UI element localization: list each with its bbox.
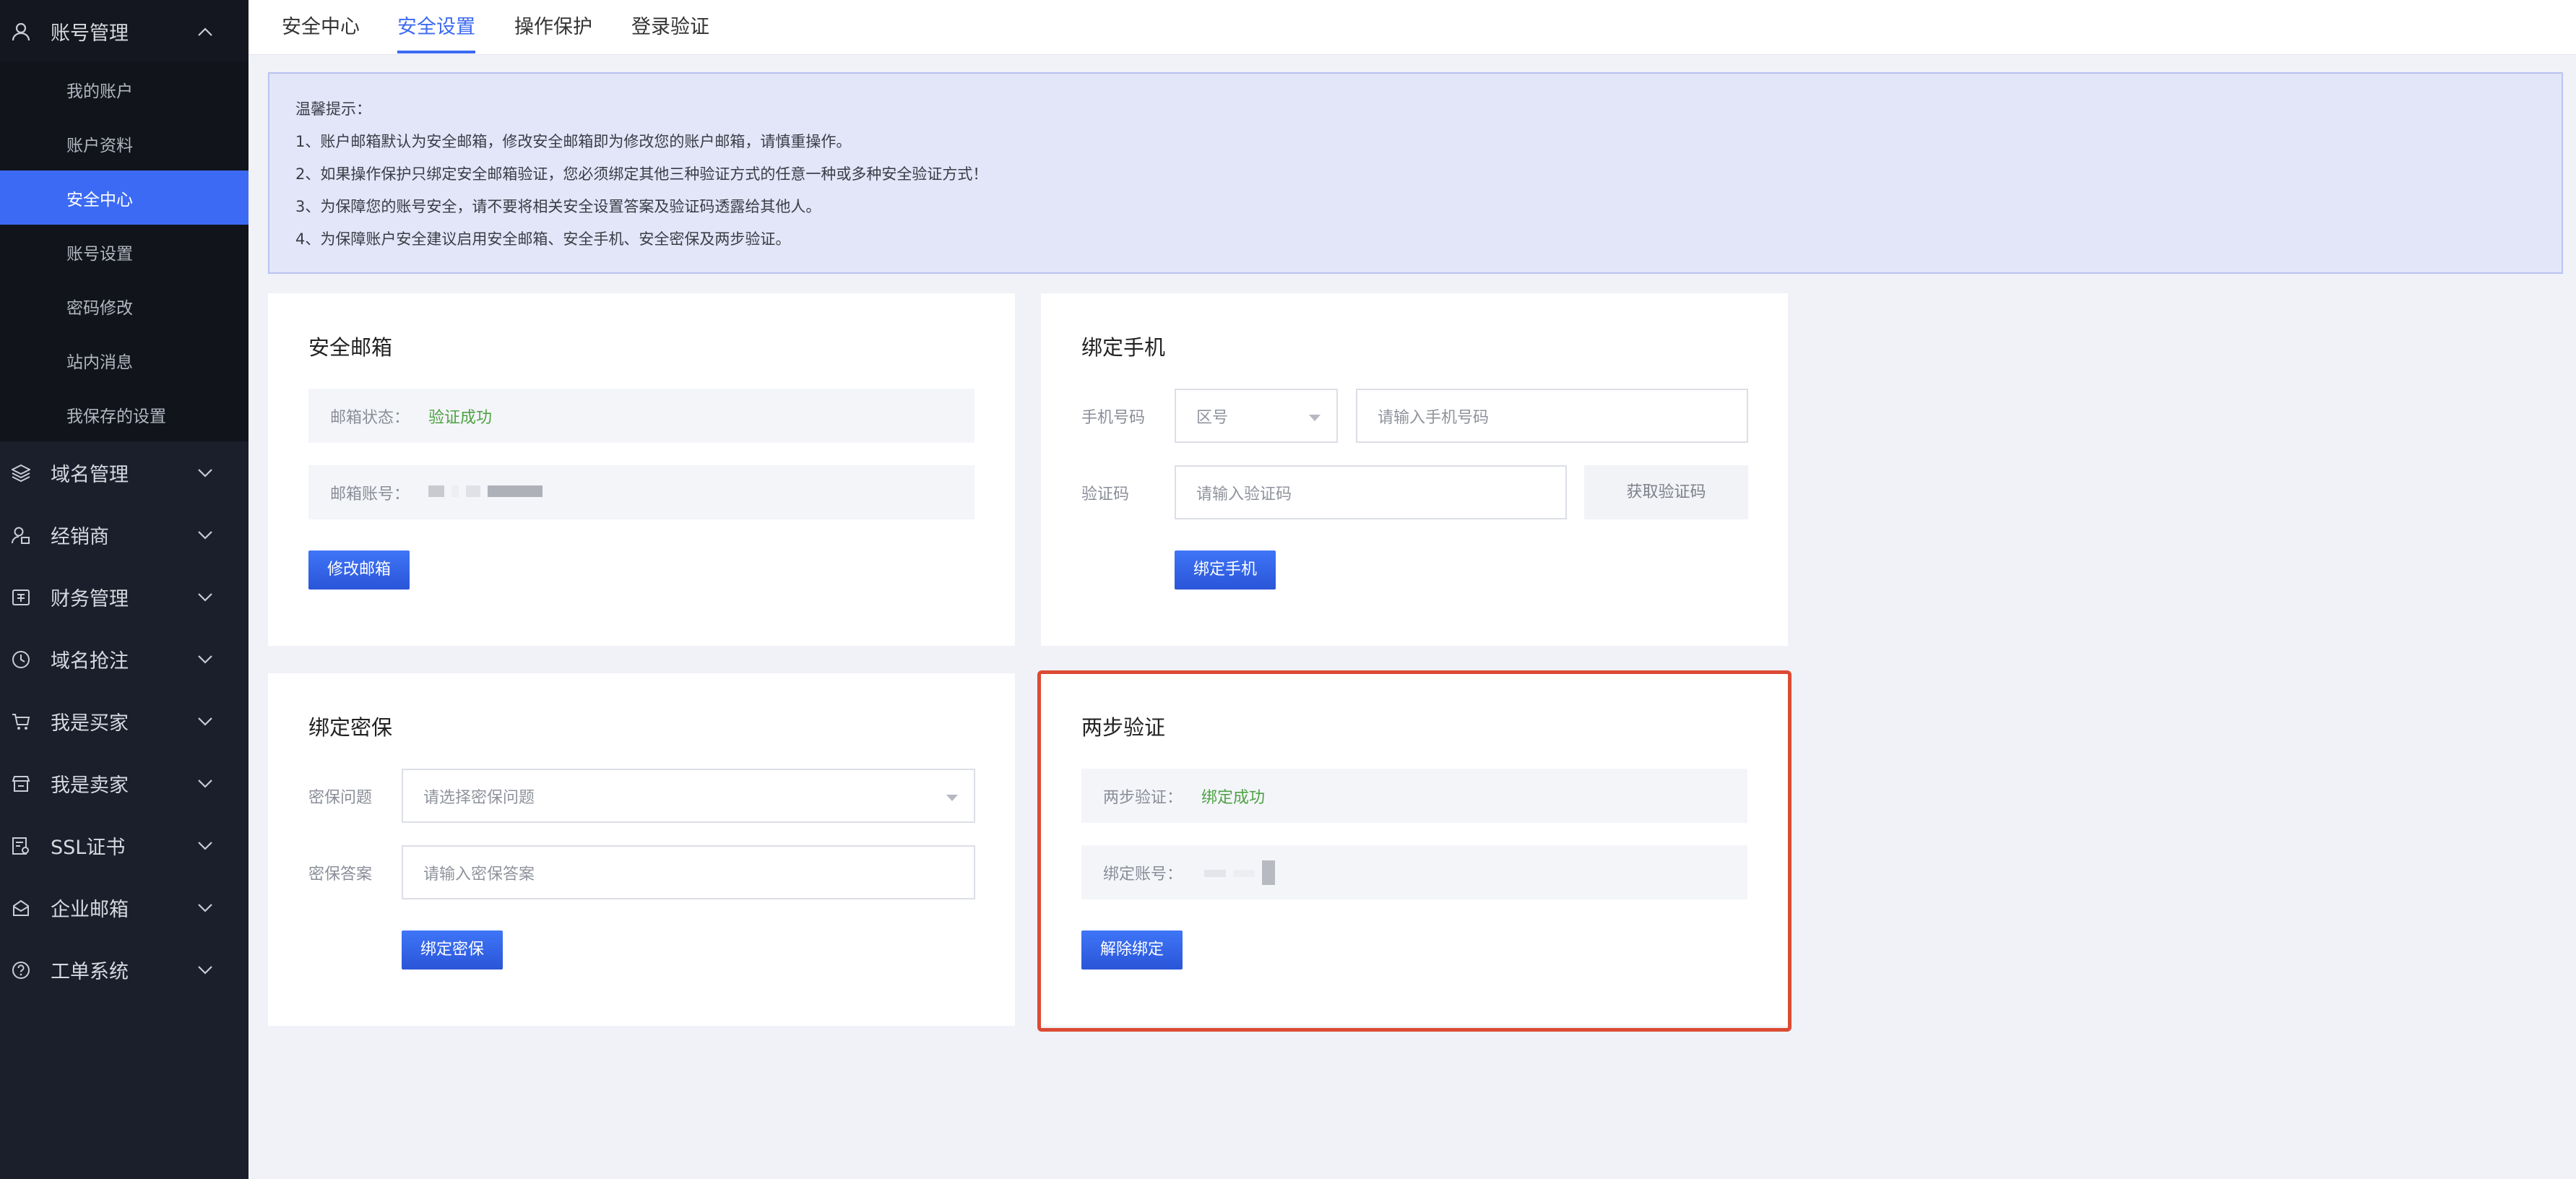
sidebar-group-label: 账号管理: [51, 22, 129, 45]
modify-email-button[interactable]: 修改邮箱: [308, 550, 410, 590]
verification-code-input[interactable]: 请输入验证码: [1175, 465, 1567, 519]
email-status-label: 邮箱状态：: [330, 408, 410, 427]
sidebar-item-saved-settings[interactable]: 我保存的设置: [0, 387, 248, 441]
phone-input[interactable]: 请输入手机号码: [1356, 389, 1748, 443]
sidebar-group-enterprise-mail[interactable]: 企业邮箱: [0, 876, 248, 938]
tab-security-settings[interactable]: 安全设置: [397, 0, 475, 55]
cart-icon: [12, 714, 30, 730]
sidebar-group-label: 域名抢注: [51, 649, 129, 673]
notice-title: 温馨提示：: [295, 100, 371, 118]
active-tab-indicator: [397, 51, 475, 53]
sidebar-group-label: 财务管理: [51, 587, 129, 610]
clock-icon: [12, 651, 30, 668]
email-status-row: 邮箱状态： 验证成功: [308, 389, 974, 443]
sidebar-group-reseller[interactable]: 经销商: [0, 504, 248, 566]
sidebar-submenu: 我的账户 账户资料 安全中心 账号设置 密码修改 站内消息 我保存的设置: [0, 62, 248, 441]
sidebar-item-account-settings[interactable]: 账号设置: [0, 225, 248, 279]
security-question-card: 绑定密保 密保问题 请选择密保问题 密保答案 请输入密保答案 绑定密保: [268, 673, 1015, 1026]
notice-line: 3、为保障您的账号安全，请不要将相关安全设置答案及验证码透露给其他人。: [295, 198, 821, 215]
tab-label: 安全设置: [397, 16, 475, 38]
notice-line: 4、为保障账户安全建议启用安全邮箱、安全手机、安全密保及两步验证。: [295, 230, 791, 248]
chevron-down-icon: [198, 842, 212, 850]
sidebar-group-backorder[interactable]: 域名抢注: [0, 628, 248, 690]
chevron-down-icon: [198, 655, 212, 664]
card-title: 绑定密保: [308, 715, 393, 740]
highlight-frame: [1037, 670, 1791, 1032]
user-icon: [12, 22, 30, 41]
code-placeholder: 请输入验证码: [1196, 485, 1292, 504]
caret-down-icon: [946, 795, 958, 801]
notice-line: 2、如果操作保护只绑定安全邮箱验证，您必须绑定其他三种验证方式的任意一种或多种安…: [295, 165, 988, 183]
sidebar-item-my-account[interactable]: 我的账户: [0, 62, 248, 116]
sidebar: 账号管理 我的账户 账户资料 安全中心 账号设置 密码修改 站内消息 我保存的设…: [0, 0, 248, 1179]
answer-placeholder: 请输入密保答案: [423, 865, 535, 884]
sidebar-item-messages[interactable]: 站内消息: [0, 333, 248, 387]
sidebar-group-label: 工单系统: [51, 960, 129, 983]
redacted-email: [428, 483, 550, 501]
notice-box: 温馨提示： 1、账户邮箱默认为安全邮箱，修改安全邮箱即为修改您的账户邮箱，请慎重…: [268, 72, 2563, 274]
security-answer-input[interactable]: 请输入密保答案: [402, 845, 975, 899]
area-code-select[interactable]: 区号: [1175, 389, 1338, 443]
area-code-placeholder: 区号: [1196, 408, 1229, 427]
store-icon: [12, 776, 30, 792]
phone-label: 手机号码: [1081, 409, 1146, 427]
tab-operation-protection[interactable]: 操作保护: [514, 0, 592, 55]
sidebar-item-security-center[interactable]: 安全中心: [0, 170, 248, 225]
email-account-row: 邮箱账号：: [308, 465, 974, 519]
sidebar-item-password[interactable]: 密码修改: [0, 279, 248, 333]
sidebar-group-label: 企业邮箱: [51, 898, 129, 921]
security-question-select[interactable]: 请选择密保问题: [402, 769, 975, 823]
tab-security-center[interactable]: 安全中心: [282, 0, 360, 55]
top-tabs: 安全中心 安全设置 操作保护 登录验证: [248, 0, 2576, 55]
chevron-down-icon: [198, 904, 212, 912]
sidebar-group-buyer[interactable]: 我是买家: [0, 690, 248, 752]
phone-card: 绑定手机 手机号码 区号 请输入手机号码 验证码 请输入验证码 获取验证码 绑定…: [1041, 293, 1788, 646]
finance-icon: [12, 590, 30, 605]
help-circle-icon: [12, 962, 30, 979]
sidebar-group-account[interactable]: 账号管理: [0, 0, 248, 62]
sidebar-group-tickets[interactable]: 工单系统: [0, 938, 248, 1001]
email-card: 安全邮箱 邮箱状态： 验证成功 邮箱账号： 修改邮箱: [268, 293, 1015, 646]
chevron-down-icon: [198, 593, 212, 602]
question-label: 密保问题: [308, 789, 373, 807]
email-account-label: 邮箱账号：: [330, 485, 410, 504]
sidebar-group-label: 域名管理: [51, 463, 129, 486]
sidebar-group-label: 经销商: [51, 525, 109, 548]
phone-placeholder: 请输入手机号码: [1378, 408, 1490, 427]
sidebar-item-profile[interactable]: 账户资料: [0, 116, 248, 170]
chevron-down-icon: [198, 779, 212, 788]
chevron-up-icon: [198, 27, 212, 36]
sidebar-group-label: SSL证书: [51, 836, 126, 859]
sidebar-group-seller[interactable]: 我是卖家: [0, 752, 248, 814]
card-title: 绑定手机: [1081, 335, 1166, 360]
chevron-down-icon: [198, 469, 212, 478]
bind-security-button[interactable]: 绑定密保: [402, 930, 503, 969]
mailbox-icon: [13, 899, 29, 916]
question-placeholder: 请选择密保问题: [423, 788, 535, 807]
sidebar-group-finance[interactable]: 财务管理: [0, 566, 248, 628]
bind-phone-button[interactable]: 绑定手机: [1175, 550, 1276, 590]
chevron-down-icon: [198, 966, 212, 975]
sidebar-group-label: 我是卖家: [51, 774, 129, 797]
layers-icon: [12, 464, 30, 483]
sidebar-group-domains[interactable]: 域名管理: [0, 441, 248, 504]
chevron-down-icon: [198, 531, 212, 540]
email-status-value: 验证成功: [428, 408, 493, 427]
code-label: 验证码: [1081, 485, 1130, 504]
get-code-button[interactable]: 获取验证码: [1584, 465, 1748, 519]
tab-login-verification[interactable]: 登录验证: [631, 0, 709, 55]
chevron-down-icon: [198, 717, 212, 726]
card-title: 安全邮箱: [308, 335, 393, 360]
sidebar-group-ssl[interactable]: SSL证书: [0, 814, 248, 876]
caret-down-icon: [1309, 415, 1321, 421]
user-lock-icon: [12, 527, 30, 544]
certificate-icon: [12, 837, 29, 855]
answer-label: 密保答案: [308, 865, 373, 884]
sidebar-group-label: 我是买家: [51, 712, 129, 735]
notice-line: 1、账户邮箱默认为安全邮箱，修改安全邮箱即为修改您的账户邮箱，请慎重操作。: [295, 133, 852, 150]
